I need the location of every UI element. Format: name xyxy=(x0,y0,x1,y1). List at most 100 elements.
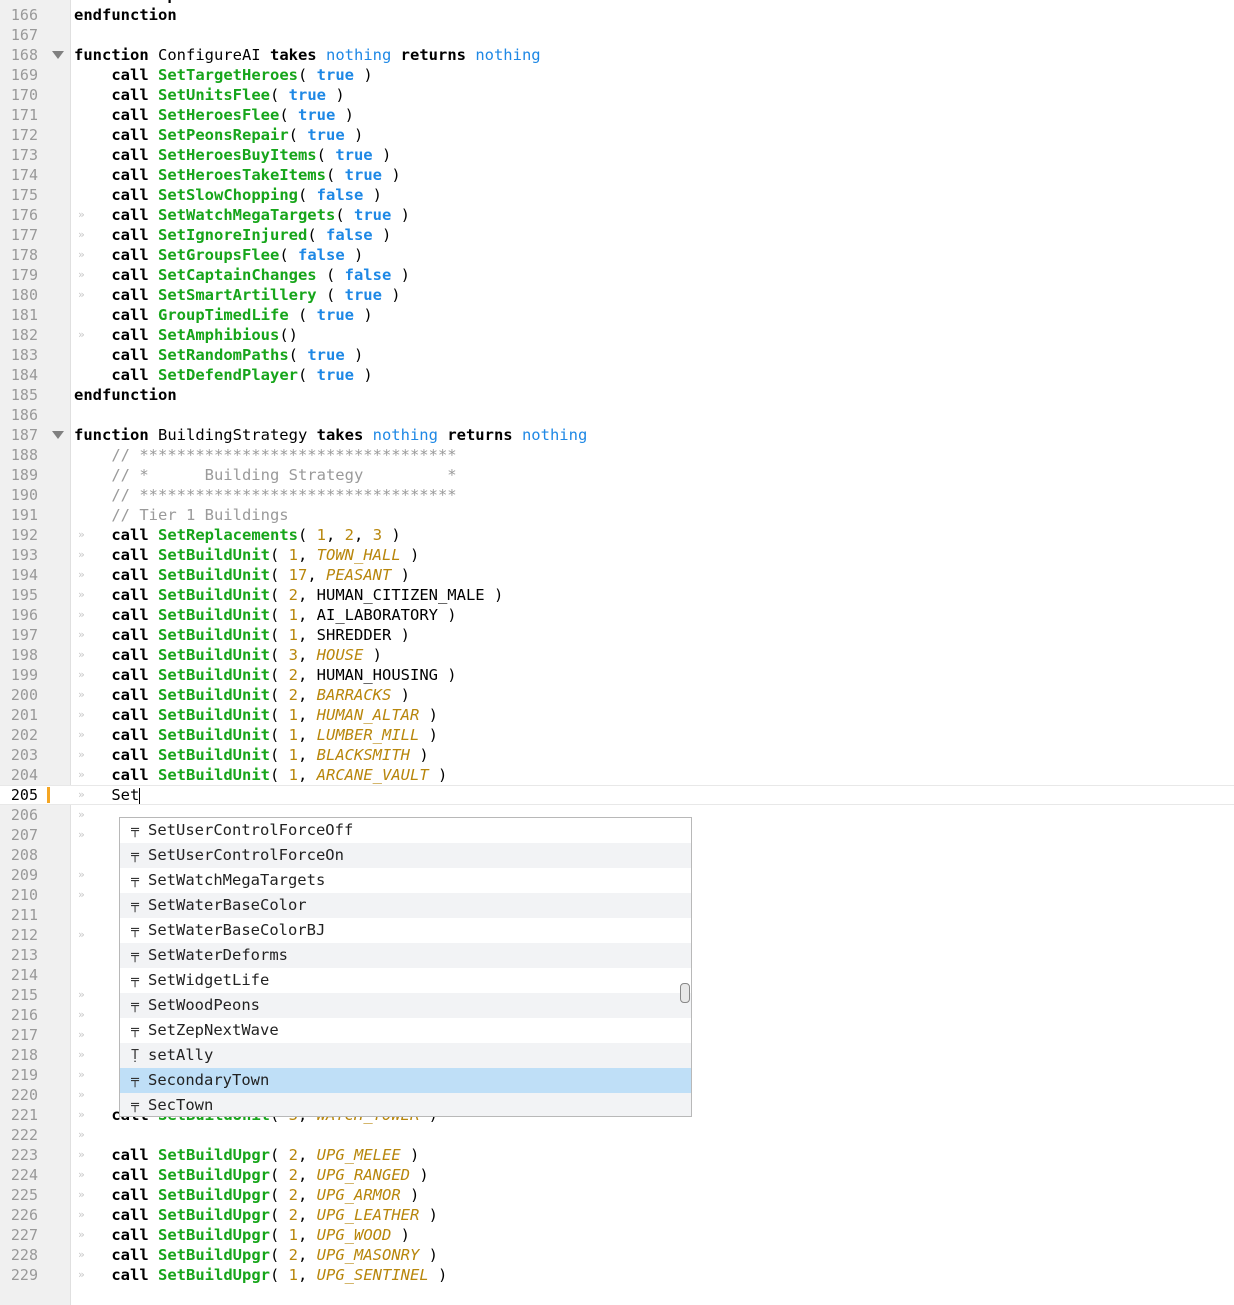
code-token: ) xyxy=(353,66,373,84)
autocomplete-item[interactable]: ╤ SetWaterBaseColor xyxy=(120,893,691,918)
code-line[interactable]: 222 » xyxy=(0,1125,1234,1145)
line-number: 200 xyxy=(10,686,38,704)
code-line[interactable]: 184 call SetDefendPlayer( true ) xyxy=(0,365,1234,385)
code-line[interactable]: 224» call SetBuildUpgr( 2, UPG_RANGED ) xyxy=(0,1165,1234,1185)
autocomplete-item[interactable]: ╤ SecTown xyxy=(120,1093,691,1116)
code-line[interactable]: 223» call SetBuildUpgr( 2, UPG_MELEE ) xyxy=(0,1145,1234,1165)
code-text: call SetReplacements( 1, 2, 3 ) xyxy=(74,525,400,545)
code-text: call SetWatchMegaTargets( true ) xyxy=(74,205,410,225)
code-line[interactable]: 190 // *********************************… xyxy=(0,485,1234,505)
code-token: SetSlowChopping xyxy=(158,186,298,204)
code-token: call xyxy=(74,1166,158,1184)
autocomplete-item[interactable]: Ṭ setAlly xyxy=(120,1043,691,1068)
code-line[interactable]: 191 // Tier 1 Buildings xyxy=(0,505,1234,525)
code-line[interactable]: 177» call SetIgnoreInjured( false ) xyxy=(0,225,1234,245)
code-line[interactable]: 178» call SetGroupsFlee( false ) xyxy=(0,245,1234,265)
autocomplete-item-label: SetUserControlForceOff xyxy=(148,821,354,839)
code-token: SetBuildUnit xyxy=(158,746,270,764)
autocomplete-item[interactable]: ╤ SetWaterBaseColorBJ xyxy=(120,918,691,943)
autocomplete-item[interactable]: ╤ SetUserControlForceOn xyxy=(120,843,691,868)
code-line[interactable]: 179» call SetCaptainChanges ( false ) xyxy=(0,265,1234,285)
code-line[interactable]: 185 endfunction xyxy=(0,385,1234,405)
code-token: call xyxy=(74,666,158,684)
code-token: ) xyxy=(428,766,448,784)
code-token: call xyxy=(74,726,158,744)
code-text: call SetBuildUnit( 1, AI_LABORATORY ) xyxy=(74,605,456,625)
line-number: 181 xyxy=(10,306,38,324)
code-token: false xyxy=(298,246,345,264)
code-line[interactable]: 169 call SetTargetHeroes( true ) xyxy=(0,65,1234,85)
code-line[interactable]: 203» call SetBuildUnit( 1, BLACKSMITH ) xyxy=(0,745,1234,765)
code-line[interactable]: 197» call SetBuildUnit( 1, SHREDDER ) xyxy=(0,625,1234,645)
code-line[interactable]: 189 // * Building Strategy * xyxy=(0,465,1234,485)
code-line[interactable]: 182» call SetAmphibious() xyxy=(0,325,1234,345)
autocomplete-item-selected[interactable]: ╤ SecondaryTown xyxy=(120,1068,691,1093)
code-line[interactable]: 174 call SetHeroesTakeItems( true ) xyxy=(0,165,1234,185)
code-line[interactable]: 186 xyxy=(0,405,1234,425)
code-token: call xyxy=(74,106,158,124)
line-number: 224 xyxy=(10,1166,38,1184)
code-line[interactable]: 225» call SetBuildUpgr( 2, UPG_ARMOR ) xyxy=(0,1185,1234,1205)
code-token: ) xyxy=(419,726,438,744)
code-token: call xyxy=(74,1186,158,1204)
code-line[interactable]: 173 call SetHeroesBuyItems( true ) xyxy=(0,145,1234,165)
code-line[interactable]: 200» call SetBuildUnit( 2, BARRACKS ) xyxy=(0,685,1234,705)
code-token: call xyxy=(74,1266,158,1284)
code-line[interactable]: 170 call SetUnitsFlee( true ) xyxy=(0,85,1234,105)
function-icon: ╤ xyxy=(131,998,139,1013)
autocomplete-popup[interactable]: ╤ SetUserControlForceOff ╤ SetUserControlFo… xyxy=(119,817,692,1117)
code-token: ) xyxy=(344,126,364,144)
autocomplete-item[interactable]: ╤ SetUserControlForceOff xyxy=(120,818,691,843)
code-line[interactable]: 176» call SetWatchMegaTargets( true ) xyxy=(0,205,1234,225)
code-text: Set xyxy=(74,786,141,804)
code-line[interactable]: 195» call SetBuildUnit( 2, HUMAN_CITIZEN… xyxy=(0,585,1234,605)
code-line[interactable]: 183 call SetRandomPaths( true ) xyxy=(0,345,1234,365)
fold-toggle-icon[interactable] xyxy=(52,51,64,59)
function-icon: ╤ xyxy=(131,1098,139,1113)
code-line[interactable]: 168 function ConfigureAI takes nothing re… xyxy=(0,45,1234,65)
autocomplete-list[interactable]: ╤ SetUserControlForceOff ╤ SetUserControlFo… xyxy=(120,818,691,1116)
code-line[interactable]: 172 call SetPeonsRepair( true ) xyxy=(0,125,1234,145)
line-number: 166 xyxy=(10,6,38,24)
code-line[interactable]: 226» call SetBuildUpgr( 2, UPG_LEATHER ) xyxy=(0,1205,1234,1225)
code-line[interactable]: 167 xyxy=(0,25,1234,45)
line-number: 208 xyxy=(10,846,38,864)
code-line[interactable]: 166 endfunction xyxy=(0,5,1234,25)
code-line[interactable]: 196» call SetBuildUnit( 1, AI_LABORATORY… xyxy=(0,605,1234,625)
code-line[interactable]: 181 call GroupTimedLife ( true ) xyxy=(0,305,1234,325)
code-line[interactable]: 188 // *********************************… xyxy=(0,445,1234,465)
autocomplete-item[interactable]: ╤ SetWaterDeforms xyxy=(120,943,691,968)
code-token: SetBuildUnit xyxy=(158,626,270,644)
code-line[interactable]: 193» call SetBuildUnit( 1, TOWN_HALL ) xyxy=(0,545,1234,565)
code-line[interactable]: 171 call SetHeroesFlee( true ) xyxy=(0,105,1234,125)
code-token: call xyxy=(74,326,158,344)
code-line[interactable]: 201» call SetBuildUnit( 1, HUMAN_ALTAR ) xyxy=(0,705,1234,725)
code-line[interactable]: 228» call SetBuildUpgr( 2, UPG_MASONRY ) xyxy=(0,1245,1234,1265)
current-code-line[interactable]: 205» Set xyxy=(0,785,1234,805)
code-line[interactable]: 194» call SetBuildUnit( 17, PEASANT ) xyxy=(0,565,1234,585)
code-line[interactable]: 199» call SetBuildUnit( 2, HUMAN_HOUSING… xyxy=(0,665,1234,685)
fold-toggle-icon[interactable] xyxy=(52,431,64,439)
code-line[interactable]: 180» call SetSmartArtillery ( true ) xyxy=(0,285,1234,305)
code-token: ) xyxy=(353,306,373,324)
autocomplete-item-label: SetWaterDeforms xyxy=(148,946,288,964)
autocomplete-item[interactable]: ╤ SetZepNextWave xyxy=(120,1018,691,1043)
code-line[interactable]: 227» call SetBuildUpgr( 1, UPG_WOOD ) xyxy=(0,1225,1234,1245)
code-line[interactable]: 175 call SetSlowChopping( false ) xyxy=(0,185,1234,205)
autocomplete-scrollbar[interactable] xyxy=(676,818,691,1116)
code-line[interactable]: 204» call SetBuildUnit( 1, ARCANE_VAULT … xyxy=(0,765,1234,785)
code-line[interactable]: 229» call SetBuildUpgr( 1, UPG_SENTINEL … xyxy=(0,1265,1234,1285)
code-text: call SetHeroesTakeItems( true ) xyxy=(74,165,400,185)
code-line[interactable]: 202» call SetBuildUnit( 1, LUMBER_MILL ) xyxy=(0,725,1234,745)
autocomplete-scrollbar-thumb[interactable] xyxy=(680,983,690,1003)
autocomplete-item[interactable]: ╤ SetWoodPeons xyxy=(120,993,691,1018)
code-token: true xyxy=(316,366,354,384)
code-line[interactable]: 187 function BuildingStrategy takes nothi… xyxy=(0,425,1234,445)
code-line[interactable]: 192» call SetReplacements( 1, 2, 3 ) xyxy=(0,525,1234,545)
code-line[interactable]: 198» call SetBuildUnit( 3, HOUSE ) xyxy=(0,645,1234,665)
code-token: ( xyxy=(269,1246,289,1264)
code-token: call xyxy=(74,66,158,84)
autocomplete-item[interactable]: ╤ SetWidgetLife xyxy=(120,968,691,993)
code-text: call SetHeroesBuyItems( true ) xyxy=(74,145,391,165)
autocomplete-item[interactable]: ╤ SetWatchMegaTargets xyxy=(120,868,691,893)
